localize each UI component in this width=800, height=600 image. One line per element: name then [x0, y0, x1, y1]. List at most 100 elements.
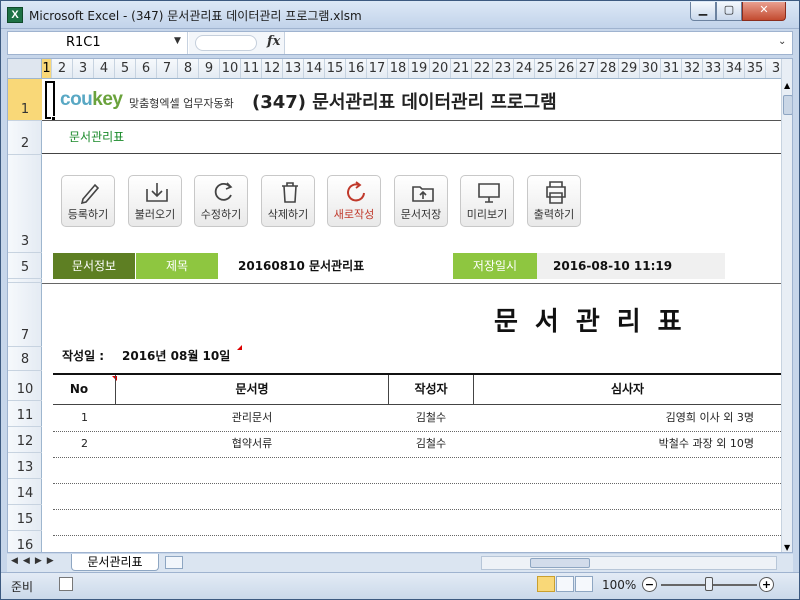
- new-button-label[interactable]: 새로작성: [319, 206, 389, 222]
- formula-input[interactable]: [286, 32, 774, 54]
- close-button[interactable]: ✕: [742, 2, 786, 21]
- column-header[interactable]: 4: [94, 59, 115, 78]
- zoom-in-button[interactable]: +: [759, 577, 774, 592]
- column-header[interactable]: 2: [52, 59, 73, 78]
- column-header[interactable]: 15: [325, 59, 346, 78]
- column-header[interactable]: 26: [556, 59, 577, 78]
- table-cell-name[interactable]: 관리문서: [116, 405, 388, 431]
- comment-indicator[interactable]: [237, 345, 242, 350]
- row-header[interactable]: 7: [8, 283, 42, 347]
- column-header[interactable]: 11: [241, 59, 262, 78]
- chevron-down-icon[interactable]: ▼: [174, 36, 181, 46]
- save-button-label[interactable]: 문서저장: [386, 206, 456, 222]
- scroll-up-icon[interactable]: ▲: [784, 81, 790, 90]
- column-header[interactable]: 35: [745, 59, 766, 78]
- column-header[interactable]: 33: [703, 59, 724, 78]
- vertical-scrollbar[interactable]: ▲ ▼: [781, 59, 792, 552]
- zoom-out-button[interactable]: −: [642, 577, 657, 592]
- title-field-value[interactable]: 20160810 문서관리표: [218, 253, 448, 279]
- row-header[interactable]: 3: [8, 155, 42, 253]
- page-break-view-button[interactable]: [575, 576, 593, 592]
- table-cell-no[interactable]: 1: [53, 405, 116, 431]
- insert-function-icon[interactable]: fx: [267, 34, 280, 49]
- row-header[interactable]: 13: [8, 453, 42, 479]
- active-cell-outline[interactable]: [45, 81, 55, 119]
- sheet-nav-arrows-icon[interactable]: ◀◀▶▶: [11, 556, 59, 566]
- column-header[interactable]: 27: [577, 59, 598, 78]
- column-header[interactable]: 30: [640, 59, 661, 78]
- expand-formula-bar-icon[interactable]: ⌄: [778, 36, 786, 47]
- name-box[interactable]: R1C1: [8, 32, 188, 54]
- minimize-button[interactable]: ▁: [690, 2, 716, 21]
- horizontal-scrollbar[interactable]: [481, 556, 777, 570]
- row-header[interactable]: 1: [8, 79, 42, 121]
- column-header[interactable]: 6: [136, 59, 157, 78]
- edit-button-label[interactable]: 수정하기: [186, 206, 256, 222]
- column-header[interactable]: 24: [514, 59, 535, 78]
- column-header[interactable]: 9: [199, 59, 220, 78]
- column-header[interactable]: 32: [682, 59, 703, 78]
- column-header[interactable]: 17: [367, 59, 388, 78]
- column-header[interactable]: 14: [304, 59, 325, 78]
- select-all-corner[interactable]: [8, 59, 42, 79]
- row-header[interactable]: 11: [8, 401, 42, 427]
- column-header[interactable]: 3: [766, 59, 782, 78]
- table-cell-author[interactable]: 김철수: [389, 431, 473, 457]
- column-header[interactable]: 25: [535, 59, 556, 78]
- column-header[interactable]: 23: [493, 59, 514, 78]
- row-header[interactable]: 8: [8, 347, 42, 371]
- scroll-down-icon[interactable]: ▼: [784, 543, 790, 552]
- column-header[interactable]: 16: [346, 59, 367, 78]
- row-header[interactable]: 14: [8, 479, 42, 505]
- formula-cancel-enter-area: [195, 35, 257, 51]
- saved-at-value[interactable]: 2016-08-10 11:19: [537, 253, 725, 279]
- column-header[interactable]: 10: [220, 59, 241, 78]
- row-header[interactable]: 5: [8, 253, 42, 279]
- maximize-button[interactable]: ▢: [716, 2, 742, 21]
- date-value[interactable]: 2016년 08월 10일: [122, 347, 230, 364]
- table-cell-reviewer[interactable]: 박철수 과장 외 10명: [474, 431, 754, 457]
- column-header[interactable]: 8: [178, 59, 199, 78]
- table-cell-name[interactable]: 협약서류: [116, 431, 388, 457]
- register-button-label[interactable]: 등록하기: [53, 206, 123, 222]
- table-cell-reviewer[interactable]: 김영희 이사 외 3명: [474, 405, 754, 431]
- zoom-level[interactable]: 100%: [602, 578, 636, 592]
- normal-view-button[interactable]: [537, 576, 555, 592]
- insert-sheet-icon[interactable]: [165, 556, 183, 569]
- column-header[interactable]: 19: [409, 59, 430, 78]
- column-header[interactable]: 3: [73, 59, 94, 78]
- column-header[interactable]: 7: [157, 59, 178, 78]
- excel-app-icon[interactable]: X: [7, 7, 23, 23]
- sheet-tab-active[interactable]: 문서관리표: [71, 554, 159, 571]
- sheet-content[interactable]: coukey 맞춤형엑셀 업무자동화 (347) 문서관리표 데이터관리 프로그…: [42, 79, 781, 552]
- print-button-label[interactable]: 출력하기: [519, 206, 589, 222]
- column-header[interactable]: 29: [619, 59, 640, 78]
- column-header[interactable]: 22: [472, 59, 493, 78]
- scroll-thumb[interactable]: [783, 95, 792, 115]
- table-cell-author[interactable]: 김철수: [389, 405, 473, 431]
- logo-tagline: 맞춤형엑셀 업무자동화: [129, 97, 234, 110]
- delete-button-label[interactable]: 삭제하기: [253, 206, 323, 222]
- column-header[interactable]: 28: [598, 59, 619, 78]
- column-header[interactable]: 13: [283, 59, 304, 78]
- scroll-thumb[interactable]: [530, 558, 590, 568]
- row-header[interactable]: 15: [8, 505, 42, 531]
- zoom-slider-thumb[interactable]: [705, 577, 713, 591]
- column-header[interactable]: 20: [430, 59, 451, 78]
- column-header[interactable]: 18: [388, 59, 409, 78]
- row-header[interactable]: 12: [8, 427, 42, 453]
- column-header[interactable]: 21: [451, 59, 472, 78]
- load-button-label[interactable]: 불러오기: [120, 206, 190, 222]
- column-header[interactable]: 5: [115, 59, 136, 78]
- page-layout-view-button[interactable]: [556, 576, 574, 592]
- column-header[interactable]: 34: [724, 59, 745, 78]
- column-header[interactable]: 12: [262, 59, 283, 78]
- row-header[interactable]: 16: [8, 531, 42, 552]
- column-header[interactable]: 1: [42, 59, 52, 78]
- table-cell-no[interactable]: 2: [53, 431, 116, 457]
- row-header[interactable]: 2: [8, 121, 42, 155]
- row-header[interactable]: 10: [8, 371, 42, 401]
- preview-button-label[interactable]: 미리보기: [452, 206, 522, 222]
- record-macro-icon[interactable]: [59, 577, 73, 591]
- column-header[interactable]: 31: [661, 59, 682, 78]
